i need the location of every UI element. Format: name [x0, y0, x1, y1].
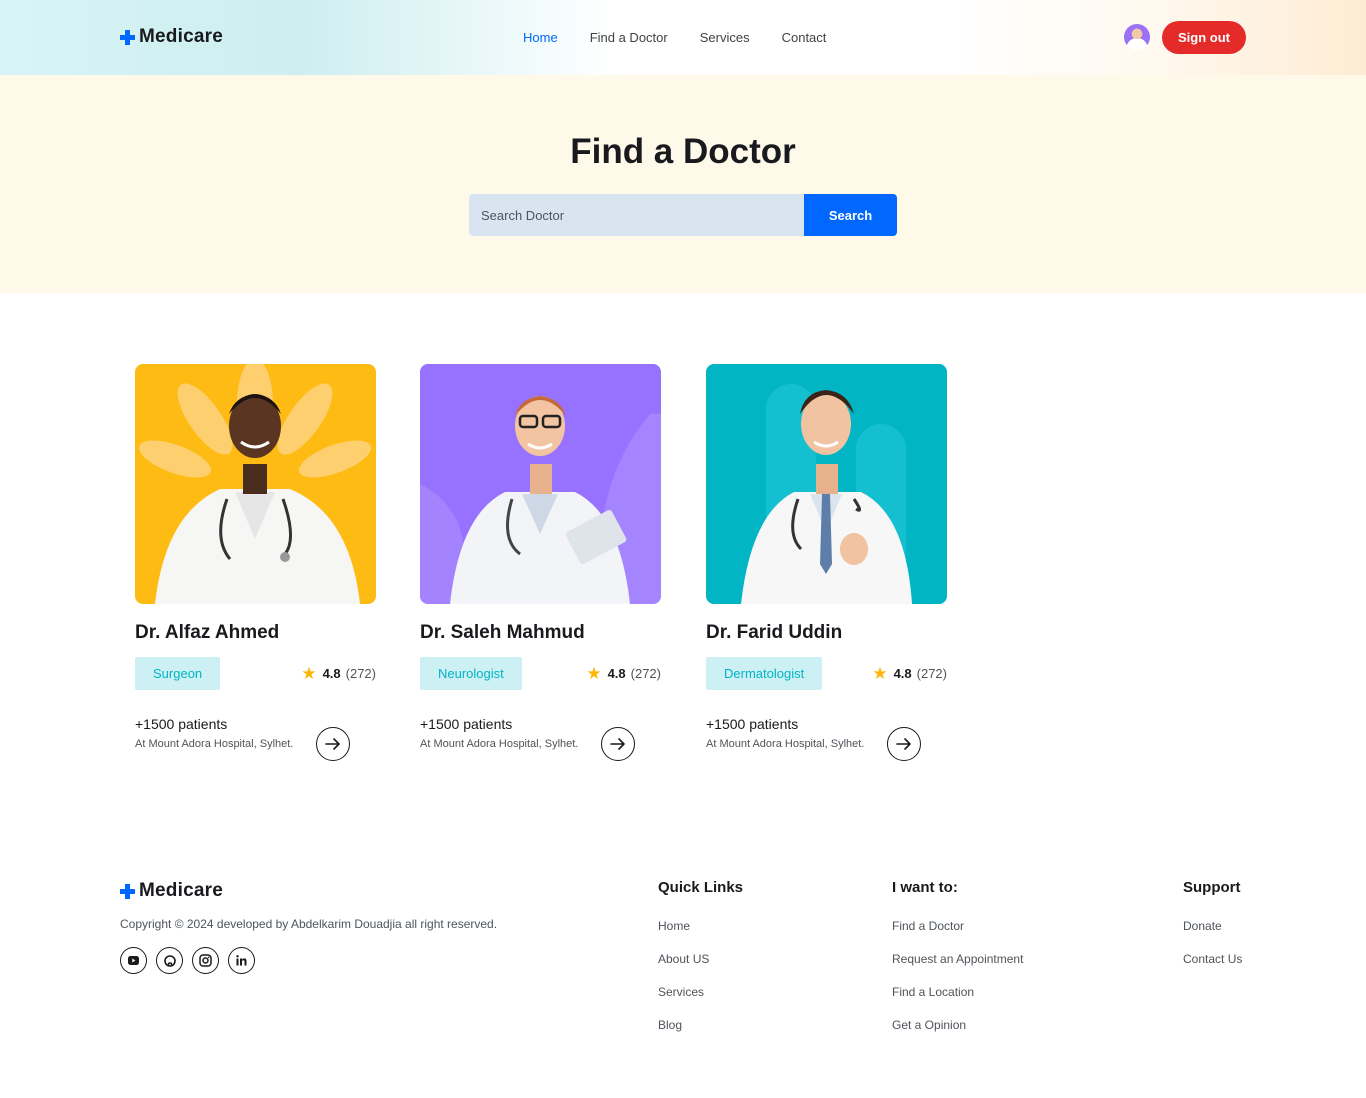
doctor-illustration [138, 364, 372, 604]
footer-logo-text: Medicare [139, 880, 223, 901]
support-heading: Support [1183, 879, 1241, 896]
rating-value: 4.8 [893, 666, 912, 681]
medical-cross-icon [120, 883, 135, 899]
medical-cross-icon [120, 29, 135, 45]
doctor-photo [706, 364, 947, 604]
view-doctor-button[interactable] [887, 727, 921, 761]
footer-link-get-opinion[interactable]: Get a Opinion [892, 1018, 1023, 1051]
rating: ★ 4.8 (272) [301, 665, 376, 682]
nav-home[interactable]: Home [523, 30, 558, 45]
footer-link-blog[interactable]: Blog [658, 1018, 743, 1051]
specialty-badge: Surgeon [135, 657, 221, 690]
user-avatar[interactable] [1124, 24, 1150, 50]
patient-count: +1500 patients [420, 716, 513, 732]
footer-link-contact-us[interactable]: Contact Us [1183, 952, 1242, 985]
doctor-name: Dr. Farid Uddin [706, 622, 843, 643]
doctor-name: Dr. Alfaz Ahmed [135, 622, 280, 643]
site-header: Medicare Home Find a Doctor Services Con… [0, 0, 1366, 75]
star-icon: ★ [301, 664, 317, 683]
linkedin-icon[interactable] [228, 947, 255, 974]
quick-links-column: Quick Links Home About US Services Blog [658, 879, 743, 1051]
rating-value: 4.8 [322, 666, 341, 681]
rating: ★ 4.8 (272) [872, 665, 947, 682]
footer-link-about-us[interactable]: About US [658, 952, 743, 985]
doctor-illustration [420, 396, 661, 604]
star-icon: ★ [586, 664, 602, 683]
patient-count: +1500 patients [706, 716, 799, 732]
doctor-card: Dr. Alfaz Ahmed Surgeon ★ 4.8 (272) +150… [135, 364, 376, 764]
support-column: Support Donate Contact Us [1183, 879, 1242, 985]
search-input[interactable] [469, 194, 804, 236]
arrow-right-icon [896, 738, 911, 750]
social-links [120, 947, 264, 974]
want-to-heading: I want to: [892, 879, 958, 896]
footer-link-request-appointment[interactable]: Request an Appointment [892, 952, 1023, 985]
footer-link-find-location[interactable]: Find a Location [892, 985, 1023, 1018]
youtube-icon[interactable] [120, 947, 147, 974]
rating-value: 4.8 [607, 666, 626, 681]
specialty-badge: Neurologist [420, 657, 522, 690]
patient-count: +1500 patients [135, 716, 228, 732]
doctor-illustration [741, 384, 912, 604]
sign-out-button[interactable]: Sign out [1162, 21, 1246, 54]
hospital-location: At Mount Adora Hospital, Sylhet. [135, 738, 294, 750]
doctor-name: Dr. Saleh Mahmud [420, 622, 585, 643]
view-doctor-button[interactable] [316, 727, 350, 761]
hero-section: Find a Doctor Search [0, 75, 1366, 293]
star-icon: ★ [872, 664, 888, 683]
doctor-card: Dr. Saleh Mahmud Neurologist ★ 4.8 (272)… [420, 364, 661, 764]
search-button[interactable]: Search [804, 194, 897, 236]
nav-find-a-doctor[interactable]: Find a Doctor [590, 30, 668, 45]
rating-count: (272) [345, 666, 376, 681]
github-icon[interactable] [156, 947, 183, 974]
main-nav: Home Find a Doctor Services Contact [523, 30, 858, 45]
hospital-location: At Mount Adora Hospital, Sylhet. [706, 738, 865, 750]
copyright-text: Copyright © 2024 developed by Abdelkarim… [120, 917, 498, 931]
rating-count: (272) [916, 666, 947, 681]
arrow-right-icon [325, 738, 340, 750]
quick-links-heading: Quick Links [658, 879, 744, 896]
nav-contact[interactable]: Contact [782, 30, 827, 45]
want-to-column: I want to: Find a Doctor Request an Appo… [892, 879, 1023, 1051]
logo[interactable]: Medicare [120, 26, 223, 48]
specialty-badge: Dermatologist [706, 657, 823, 690]
footer-logo[interactable]: Medicare [120, 880, 223, 902]
hospital-location: At Mount Adora Hospital, Sylhet. [420, 738, 579, 750]
footer-link-home[interactable]: Home [658, 919, 743, 952]
instagram-icon[interactable] [192, 947, 219, 974]
view-doctor-button[interactable] [601, 727, 635, 761]
doctor-photo [135, 364, 376, 604]
footer-link-donate[interactable]: Donate [1183, 919, 1242, 952]
logo-text: Medicare [139, 26, 223, 47]
arrow-right-icon [610, 738, 625, 750]
rating: ★ 4.8 (272) [586, 665, 661, 682]
nav-services[interactable]: Services [700, 30, 750, 45]
page-title: Find a Doctor [570, 132, 796, 171]
footer-link-services[interactable]: Services [658, 985, 743, 1018]
rating-count: (272) [630, 666, 661, 681]
doctor-photo [420, 364, 661, 604]
doctor-card: Dr. Farid Uddin Dermatologist ★ 4.8 (272… [706, 364, 947, 764]
footer-link-find-doctor[interactable]: Find a Doctor [892, 919, 1023, 952]
